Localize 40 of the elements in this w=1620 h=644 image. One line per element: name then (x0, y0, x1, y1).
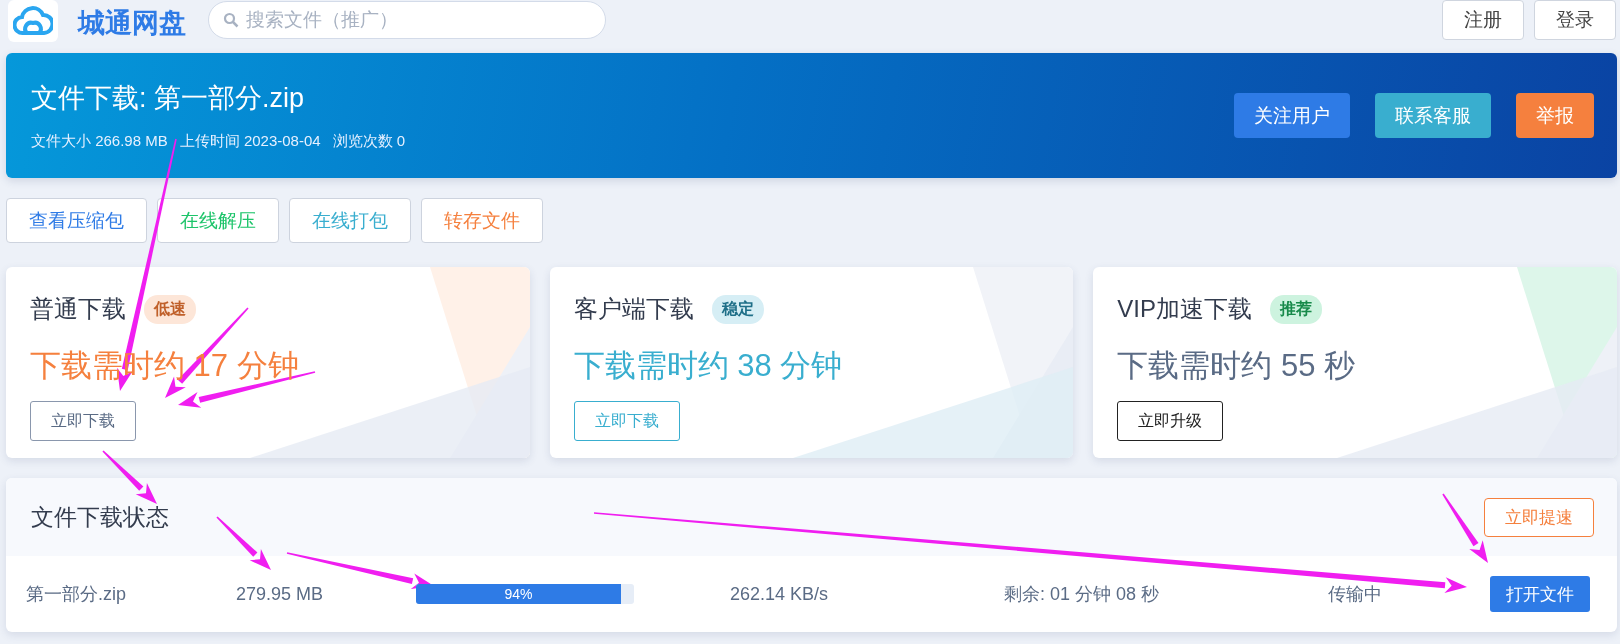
search-field[interactable]: 搜索文件（推广） (208, 0, 606, 39)
tool-button[interactable]: 查看压缩包 (6, 198, 147, 243)
open-file-button[interactable]: 打开文件 (1490, 576, 1590, 612)
time-remaining: 剩余: 01 分钟 08 秒 (1004, 583, 1161, 606)
action-button[interactable]: 举报 (1516, 93, 1594, 138)
auth-button[interactable]: 登录 (1534, 0, 1616, 40)
file-name: 第一部分.zip (26, 583, 127, 606)
speed-tag: 低速 (144, 294, 196, 324)
tool-button[interactable]: 在线打包 (289, 198, 411, 243)
speed-tag: 推荐 (1270, 294, 1323, 324)
annotation-arrow (102, 450, 157, 504)
card-title: 普通下载 (30, 294, 126, 324)
file-meta: 上传时间 2023-08-04 (179, 132, 321, 151)
cloud-logo-icon (8, 0, 58, 42)
site-name[interactable]: 城通网盘 (78, 4, 186, 41)
card-title: 客户端下载 (573, 294, 694, 324)
download-button[interactable]: 立即下载 (573, 401, 680, 441)
time-estimate: 下载需时约 55 秒 (1117, 347, 1357, 385)
action-button[interactable]: 关注用户 (1234, 93, 1350, 138)
annotation-arrow (216, 516, 271, 570)
tool-button[interactable]: 在线解压 (157, 198, 279, 243)
transfer-status: 传输中 (1328, 583, 1383, 606)
search-icon (223, 11, 239, 28)
time-estimate: 下载需时约 17 分钟 (30, 347, 300, 385)
progress-label: 94% (503, 585, 534, 604)
action-button[interactable]: 联系客服 (1375, 93, 1491, 138)
auth-button[interactable]: 注册 (1442, 0, 1524, 40)
download-button[interactable]: 立即下载 (30, 401, 136, 441)
download-button[interactable]: 立即升级 (1117, 401, 1224, 441)
tool-button[interactable]: 转存文件 (421, 198, 543, 243)
file-title: 文件下载: 第一部分.zip (31, 82, 306, 115)
file-meta: 浏览次数 0 (332, 132, 406, 151)
file-meta: 文件大小 266.98 MB (31, 132, 168, 151)
speed-tag: 稳定 (711, 294, 764, 324)
card-title: VIP加速下载 (1117, 294, 1253, 324)
file-size: 279.95 MB (236, 583, 325, 605)
download-speed: 262.14 KB/s (730, 583, 830, 605)
boost-button[interactable]: 立即提速 (1484, 497, 1594, 537)
time-estimate: 下载需时约 38 分钟 (573, 347, 844, 385)
panel-title: 文件下载状态 (31, 502, 169, 532)
